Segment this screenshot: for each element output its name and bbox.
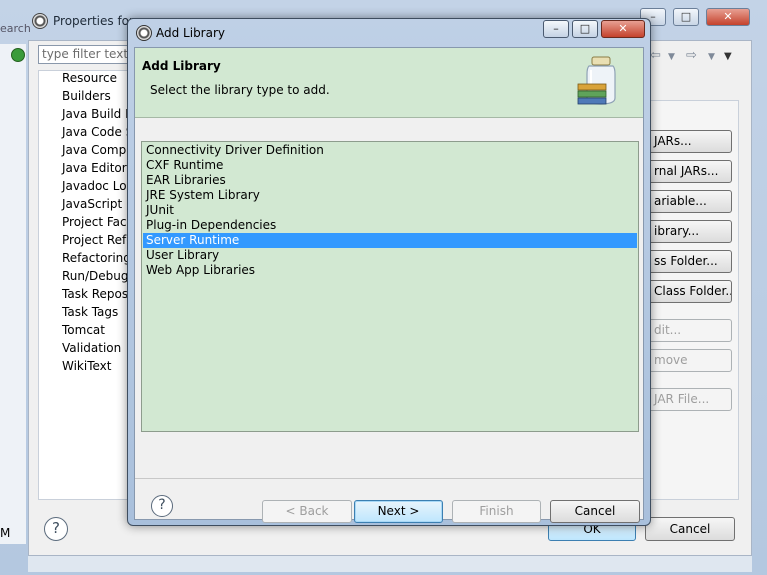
properties-tree-item[interactable]: Validation [62,341,121,355]
library-type-item[interactable]: Web App Libraries [143,263,637,278]
build-path-button[interactable]: Class Folder... [645,280,732,303]
properties-cancel-button[interactable]: Cancel [645,517,735,541]
build-path-button[interactable]: ariable... [645,190,732,213]
library-type-item[interactable]: JUnit [143,203,637,218]
build-path-button[interactable]: move [645,349,732,372]
nav-forward-dropdown-icon[interactable]: ▼ [708,52,715,62]
properties-window-title: Properties for [53,14,134,28]
library-type-item[interactable]: JRE System Library [143,188,637,203]
banner-title: Add Library [142,59,221,73]
library-type-item[interactable]: CXF Runtime [143,158,637,173]
library-type-item[interactable]: Plug-in Dependencies [143,218,637,233]
close-icon[interactable]: ✕ [706,8,750,26]
dialog-title: Add Library [156,26,226,40]
properties-tree-item[interactable]: Task Reposit [62,287,136,301]
properties-tree-item[interactable]: Tomcat [62,323,105,337]
dialog-banner: Add Library Select the library type to a… [135,48,643,118]
build-path-button[interactable]: ss Folder... [645,250,732,273]
run-icon[interactable] [11,48,25,62]
cancel-button[interactable]: Cancel [550,500,640,523]
workbench-search-label: earch [0,22,31,35]
next-button[interactable]: Next > [354,500,443,523]
properties-tree-item[interactable]: Refactoring [62,251,131,265]
dialog-body: Add Library Select the library type to a… [134,47,644,523]
library-type-item[interactable]: Server Runtime [143,233,637,248]
dialog-close-icon[interactable]: ✕ [601,20,645,38]
status-bar [28,556,752,572]
eclipse-gear-icon [32,13,48,29]
properties-tree-item[interactable]: Task Tags [62,305,118,319]
build-path-button[interactable]: ibrary... [645,220,732,243]
build-path-button[interactable]: dit... [645,319,732,342]
banner-description: Select the library type to add. [150,83,330,97]
nav-back-icon[interactable]: ⇦ [650,48,661,63]
view-menu-icon[interactable]: ▼ [724,51,732,62]
properties-tree-item[interactable]: Builders [62,89,111,103]
properties-tree-item[interactable]: Java Editor [62,161,127,175]
build-path-button[interactable]: rnal JARs... [645,160,732,183]
library-jar-icon [577,56,616,105]
eclipse-gear-icon [136,25,152,41]
left-edge-label: M [0,526,11,540]
build-path-button[interactable]: JARs... [645,130,732,153]
properties-tree-item[interactable]: Project Face [62,215,134,229]
properties-tree-item[interactable]: Javadoc Loc [62,179,133,193]
finish-button[interactable]: Finish [452,500,541,523]
properties-tree-item[interactable]: WikiText [62,359,112,373]
nav-forward-icon[interactable]: ⇨ [686,48,697,63]
properties-tree-item[interactable]: Run/Debug [62,269,129,283]
properties-tree-item[interactable]: Java Compil [62,143,133,157]
properties-tree-item[interactable]: Project Refe [62,233,134,247]
add-library-dialog: Add Library – □ ✕ Add Library Select the… [127,18,651,526]
library-type-item[interactable]: EAR Libraries [143,173,637,188]
dialog-maximize-icon[interactable]: □ [572,20,598,38]
properties-tree-item[interactable]: Resource [62,71,117,85]
build-path-button[interactable]: JAR File... [645,388,732,411]
nav-back-dropdown-icon[interactable]: ▼ [668,52,675,62]
button-separator [135,478,643,479]
library-type-list[interactable]: Connectivity Driver Definition CXF Runtim… [141,141,639,432]
maximize-icon[interactable]: □ [673,8,699,26]
filter-input[interactable]: type filter text [38,45,138,64]
workbench-left-strip [0,44,26,544]
library-type-item[interactable]: Connectivity Driver Definition [143,143,637,158]
help-icon[interactable]: ? [44,517,68,541]
back-button[interactable]: < Back [262,500,352,523]
properties-tree-item[interactable]: JavaScript [62,197,122,211]
dialog-minimize-icon[interactable]: – [543,20,569,38]
library-type-item[interactable]: User Library [143,248,637,263]
dialog-help-icon[interactable]: ? [151,495,173,517]
